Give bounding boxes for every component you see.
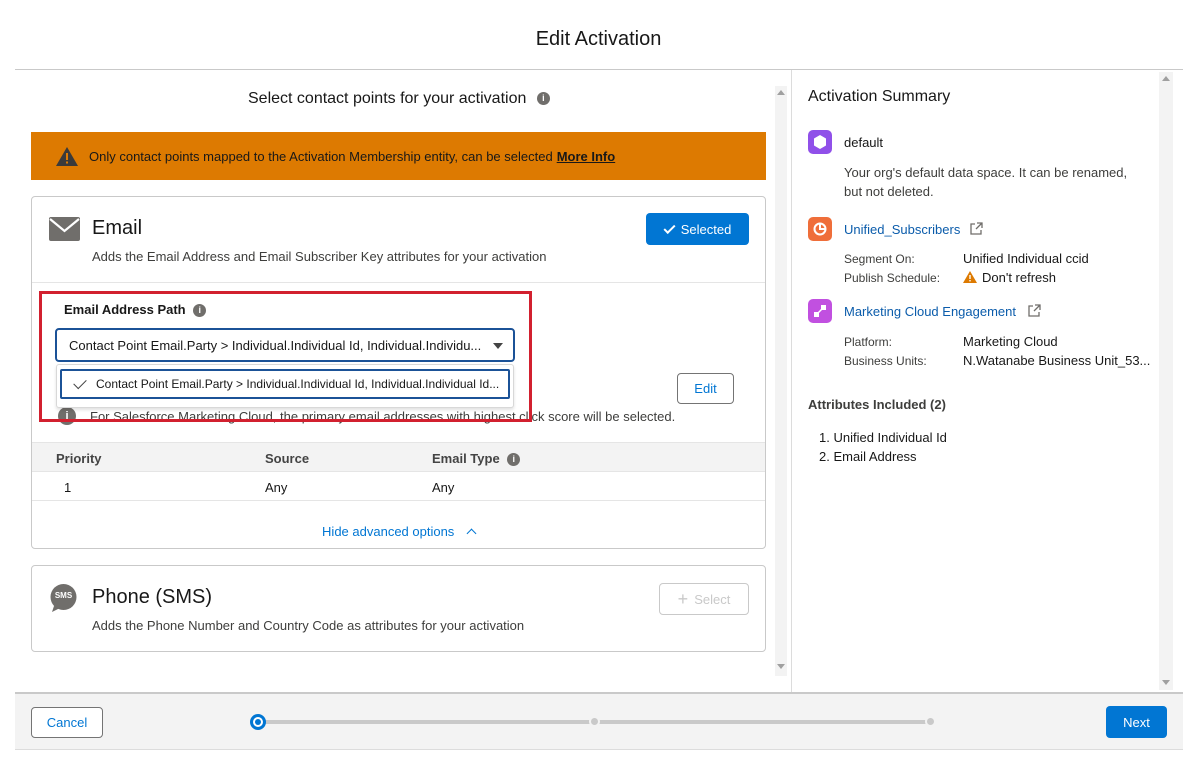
info-icon[interactable]: i (507, 453, 521, 467)
segment-on-value: Unified Individual ccid (963, 251, 1089, 266)
summary-title: Activation Summary (808, 88, 951, 105)
highlight-box (39, 291, 532, 422)
next-button[interactable]: Next (1106, 706, 1167, 738)
phone-card-title: Phone (SMS) (92, 586, 213, 608)
chevron-up-icon (466, 528, 477, 539)
data-space-name: default (844, 135, 884, 150)
warning-banner: Only contact points mapped to the Activa… (31, 132, 766, 180)
platform-value: Marketing Cloud (963, 334, 1058, 349)
email-card-description: Adds the Email Address and Email Subscri… (92, 249, 547, 264)
attribute-item: 2. Email Address (819, 449, 917, 464)
column-header-priority: Priority (56, 451, 102, 466)
summary-scrollbar[interactable] (1159, 72, 1173, 690)
more-info-link[interactable]: More Info (557, 149, 616, 164)
segment-link[interactable]: Unified_Subscribers (844, 222, 983, 237)
card-divider (32, 282, 765, 283)
segment-on-label: Segment On: (844, 252, 915, 266)
info-icon[interactable]: i (536, 92, 550, 106)
business-units-label: Business Units: (844, 354, 927, 368)
modal-title: Edit Activation (535, 28, 662, 50)
progress-step-2[interactable] (589, 716, 600, 727)
target-name: Marketing Cloud Engagement (844, 304, 1016, 319)
selected-label: Selected (680, 221, 732, 237)
cell-priority: 1 (64, 480, 72, 495)
publish-schedule-value: Don't refresh (963, 270, 1056, 285)
select-label: Select (694, 591, 731, 607)
table-row: 1 Any Any (32, 472, 765, 501)
data-space-icon (808, 130, 832, 154)
publish-schedule-label: Publish Schedule: (844, 271, 941, 285)
warning-icon (56, 146, 78, 166)
email-icon (49, 217, 80, 241)
progress-step-3[interactable] (925, 716, 936, 727)
cancel-button[interactable]: Cancel (31, 707, 103, 738)
cell-source: Any (265, 480, 288, 495)
sms-icon: SMS (49, 584, 78, 613)
attributes-heading: Attributes Included (2) (808, 397, 946, 412)
marketing-cloud-icon (808, 299, 832, 323)
email-card-title: Email (92, 217, 143, 239)
priority-table-header: Priority Source Email Type i (32, 442, 765, 472)
target-link[interactable]: Marketing Cloud Engagement (844, 304, 1041, 319)
progress-step-1[interactable] (250, 714, 266, 730)
subheading-text: Select contact points for your activatio… (248, 90, 527, 107)
email-selected-button[interactable]: Selected (646, 213, 749, 245)
hide-advanced-options-link[interactable]: Hide advanced options (32, 524, 765, 539)
contact-points-heading: Select contact points for your activatio… (248, 90, 550, 108)
external-link-icon (970, 222, 983, 235)
business-units-value: N.Watanabe Business Unit_53... (963, 353, 1151, 368)
warning-icon (963, 271, 977, 283)
check-icon (663, 221, 676, 234)
warning-text: Only contact points mapped to the Activa… (89, 148, 553, 164)
scroll-down-icon[interactable] (777, 664, 785, 669)
segment-icon (808, 217, 832, 241)
data-space-description: Your org's default data space. It can be… (844, 165, 1128, 199)
phone-card: SMS Phone (SMS) Adds the Phone Number an… (31, 565, 766, 652)
sms-icon-text: SMS (54, 591, 73, 600)
external-link-icon (1027, 304, 1041, 317)
platform-label: Platform: (844, 335, 893, 349)
scroll-up-icon[interactable] (777, 90, 785, 95)
phone-select-button[interactable]: + Select (659, 583, 749, 615)
cell-email-type: Any (432, 480, 455, 495)
segment-name: Unified_Subscribers (844, 222, 961, 237)
advanced-toggle-label: Hide advanced options (322, 524, 455, 539)
add-icon: + (677, 588, 689, 609)
column-header-email-type: Email Type i (432, 451, 521, 467)
phone-card-description: Adds the Phone Number and Country Code a… (92, 618, 525, 633)
email-type-header-text: Email Type (432, 451, 500, 466)
scroll-down-icon[interactable] (1162, 680, 1170, 685)
attribute-item: 1. Unified Individual Id (819, 430, 947, 445)
modal-footer: Cancel Next (15, 694, 1183, 750)
left-panel-scrollbar[interactable] (775, 86, 787, 676)
publish-schedule-text: Don't refresh (982, 270, 1057, 285)
activation-summary-panel: Activation Summary default Your org's de… (792, 70, 1183, 692)
edit-button[interactable]: Edit (677, 373, 734, 404)
column-header-source: Source (265, 451, 310, 466)
scroll-up-icon[interactable] (1162, 76, 1170, 81)
